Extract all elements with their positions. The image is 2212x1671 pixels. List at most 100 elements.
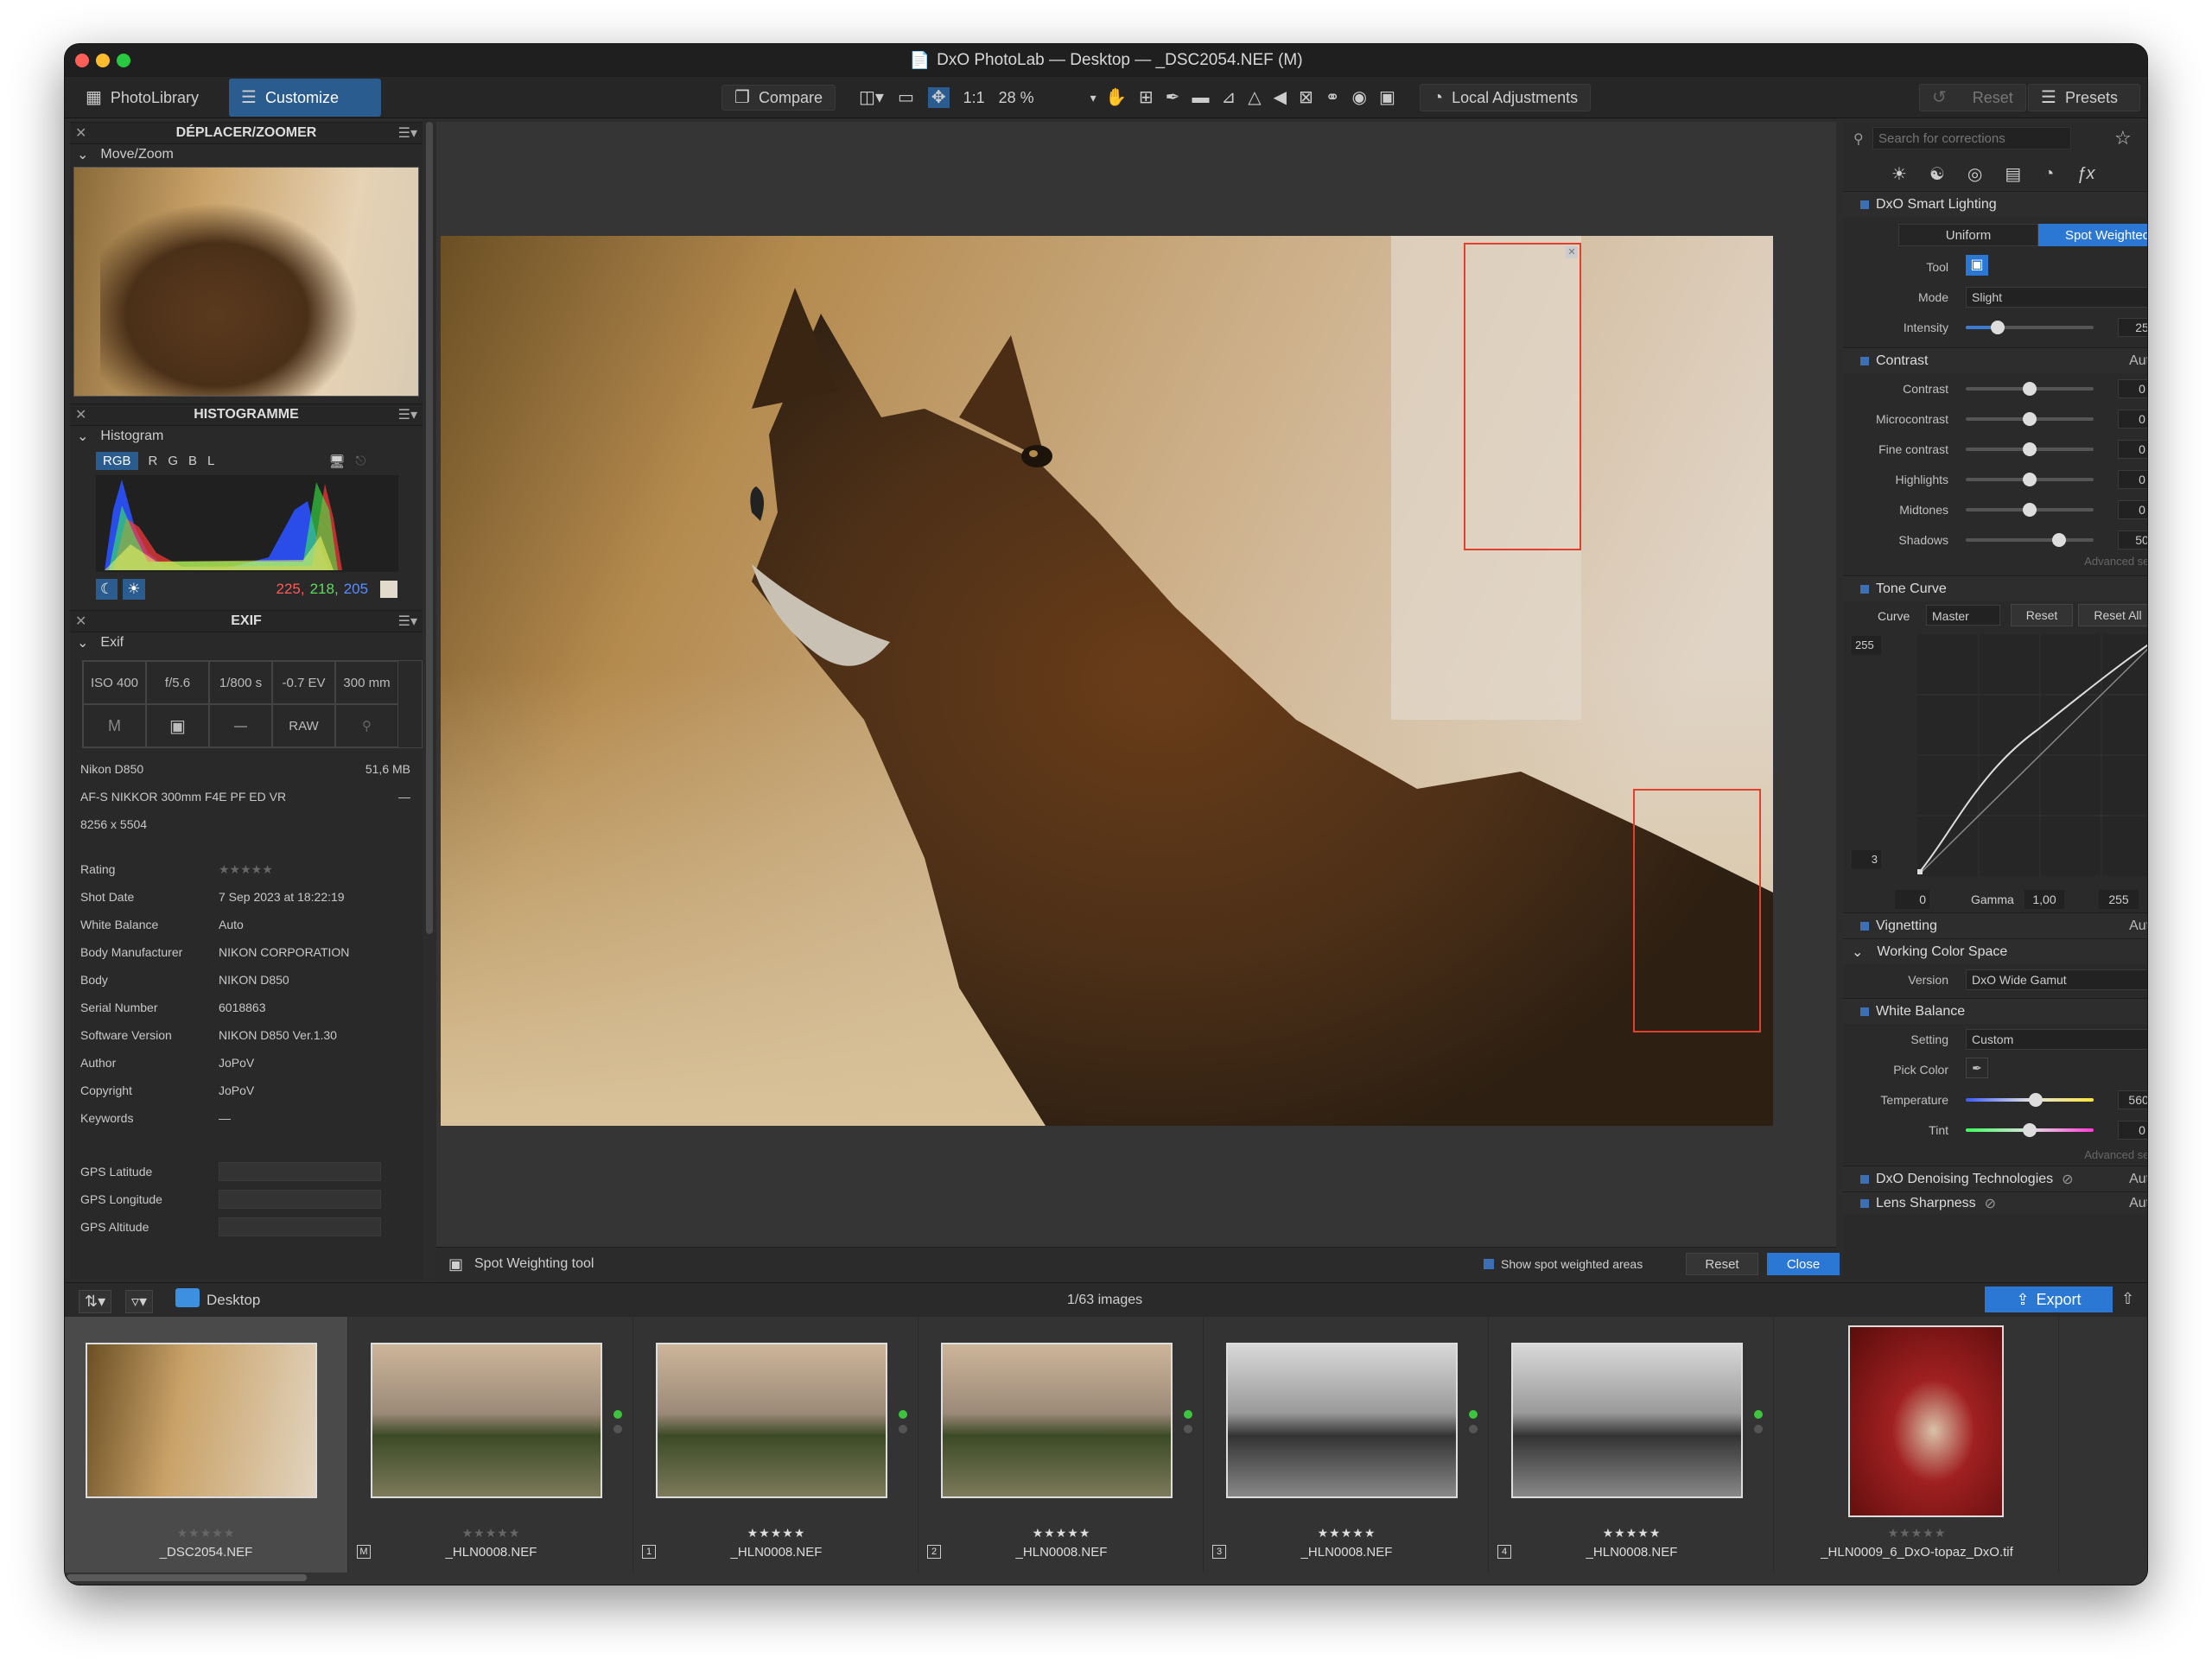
filmstrip-thumb[interactable]: 2 ★★★★★ _HLN0008.NEF bbox=[920, 1317, 1204, 1573]
hand-icon[interactable]: ✋ bbox=[1105, 89, 1127, 106]
histogram-header[interactable]: ✕ HISTOGRAMME ☰▾ bbox=[70, 403, 423, 426]
tint-value[interactable]: 0 bbox=[2118, 1121, 2147, 1140]
vignetting-toggle[interactable] bbox=[1860, 921, 1869, 931]
rating-stars[interactable]: ★★★★★ bbox=[1491, 1526, 1773, 1541]
color-icon[interactable]: ☯ bbox=[1929, 163, 1945, 185]
close-icon[interactable]: ✕ bbox=[75, 124, 86, 142]
eyedropper-icon[interactable]: ✒ bbox=[1966, 1058, 1988, 1078]
contrast-header[interactable]: ContrastAuto☆ ⁝ bbox=[1843, 347, 2147, 373]
zoom-select[interactable]: 28 % bbox=[999, 89, 1077, 107]
highlight-clip-icon[interactable]: ☀ bbox=[123, 579, 145, 600]
slider-knob[interactable] bbox=[2023, 442, 2037, 456]
contrast-advanced[interactable]: Advanced settings ⊟ bbox=[1843, 555, 2147, 575]
rating-stars[interactable]: ★★★★★ bbox=[635, 1526, 918, 1541]
export-button[interactable]: ⇪ Export bbox=[1985, 1287, 2113, 1312]
version-select[interactable]: DxO Wide Gamut bbox=[1966, 969, 2147, 990]
sort-icon[interactable]: ⇅▾ bbox=[79, 1290, 112, 1313]
move-icon[interactable]: ✥ bbox=[927, 87, 950, 108]
vignetting-header[interactable]: VignettingAuto☆ ⁝ bbox=[1843, 912, 2147, 938]
wb-setting-select[interactable]: Custom bbox=[1966, 1029, 2147, 1050]
remove-area-icon[interactable]: ✕ bbox=[1566, 246, 1578, 258]
contrast-value[interactable]: 50 bbox=[2118, 531, 2147, 550]
intensity-slider[interactable] bbox=[1966, 321, 2094, 334]
smart-lighting-toggle[interactable] bbox=[1860, 200, 1869, 209]
crop-icon[interactable]: ⊞ bbox=[1139, 89, 1154, 106]
filmstrip-thumb[interactable]: M ★★★★★ _HLN0008.NEF bbox=[350, 1317, 633, 1573]
slider-knob[interactable] bbox=[2023, 1123, 2037, 1137]
compare-button[interactable]: ❐ Compare bbox=[721, 85, 836, 111]
histogram-sub[interactable]: ⌄ Histogram bbox=[70, 426, 423, 447]
channel-r[interactable]: R bbox=[149, 454, 158, 468]
mode-select[interactable]: Slight bbox=[1966, 287, 2147, 308]
repair-icon[interactable]: ⚭ bbox=[1325, 89, 1340, 106]
slider-knob[interactable] bbox=[2029, 1093, 2044, 1107]
rating-stars[interactable]: ★★★★★ bbox=[1205, 1526, 1488, 1541]
tint-slider[interactable] bbox=[1966, 1123, 2094, 1137]
contrast-value[interactable]: 0 bbox=[2118, 410, 2147, 429]
wb-advanced[interactable]: Advanced settings ⊟ bbox=[1843, 1145, 2147, 1166]
menu-icon[interactable]: ☰▾ bbox=[398, 124, 417, 142]
filmstrip-thumb[interactable]: 1 ★★★★★ _HLN0008.NEF bbox=[635, 1317, 918, 1573]
input-min[interactable]: 0 bbox=[1895, 890, 1929, 909]
wb-header[interactable]: White Balance☆ ⁝ bbox=[1843, 998, 2147, 1024]
effects-icon[interactable]: ƒx bbox=[2076, 164, 2094, 184]
menu-icon[interactable]: ☰▾ bbox=[398, 406, 417, 423]
contrast-slider[interactable] bbox=[1966, 442, 2094, 456]
minimize-window-button[interactable] bbox=[96, 54, 110, 67]
spot-weight-icon[interactable]: ▣ bbox=[1966, 255, 1988, 276]
denoise-toggle[interactable] bbox=[1860, 1174, 1869, 1184]
slider-knob[interactable] bbox=[2052, 533, 2067, 547]
channel-rgb[interactable]: RGB bbox=[96, 452, 138, 470]
spot-weighted-area-2[interactable] bbox=[1633, 789, 1761, 1032]
spot-close-button[interactable]: Close bbox=[1767, 1253, 1840, 1275]
curve-reset-button[interactable]: Reset bbox=[2011, 604, 2073, 626]
search-input[interactable] bbox=[1872, 127, 2071, 149]
tone-curve-toggle[interactable] bbox=[1860, 584, 1869, 594]
slider-knob[interactable] bbox=[2023, 473, 2037, 486]
close-icon[interactable]: ✕ bbox=[75, 406, 86, 423]
close-icon[interactable]: ✕ bbox=[75, 613, 86, 630]
rating-stars[interactable]: ★★★★★ bbox=[65, 1526, 347, 1541]
filmstrip-thumb[interactable]: ★★★★★ _HLN0009_6_DxO-topaz_DxO.tif bbox=[1776, 1317, 2059, 1573]
presets-button[interactable]: ☰ Presets bbox=[2028, 84, 2140, 111]
reset-button[interactable]: ↺ Reset bbox=[1919, 84, 2026, 111]
fit-screen-icon[interactable]: ▭ bbox=[898, 89, 914, 106]
intensity-value[interactable]: 25 bbox=[2118, 318, 2147, 337]
denoise-header[interactable]: DxO Denoising Technologies⊘Auto☆ ⁝ bbox=[1843, 1166, 2147, 1191]
tab-photolibrary[interactable]: ▦ PhotoLibrary bbox=[73, 82, 226, 113]
share-icon[interactable]: ⇧ bbox=[2121, 1290, 2134, 1308]
contrast-slider[interactable] bbox=[1966, 382, 2094, 396]
spot-weighted-area-1[interactable]: ✕ bbox=[1464, 243, 1581, 550]
monitor-icon[interactable]: 🖥 bbox=[328, 454, 345, 469]
left-scrollbar[interactable] bbox=[426, 122, 433, 934]
contrast-value[interactable]: 0 bbox=[2118, 379, 2147, 398]
temperature-value[interactable]: 5600 bbox=[2118, 1090, 2147, 1109]
exif-header[interactable]: ✕ EXIF ☰▾ bbox=[70, 610, 423, 632]
curve-select[interactable]: Master bbox=[1926, 605, 2000, 626]
eye-off-icon[interactable]: ⊘ bbox=[2062, 1171, 2073, 1188]
temperature-slider[interactable] bbox=[1966, 1093, 2094, 1107]
tone-curve-graph[interactable] bbox=[1917, 634, 2148, 876]
navigator-preview[interactable] bbox=[73, 167, 419, 397]
curve-reset-all-button[interactable]: Reset All bbox=[2078, 604, 2147, 626]
print-icon[interactable]: ⎋ bbox=[355, 454, 365, 468]
tab-customize[interactable]: ☰ Customize bbox=[229, 79, 381, 117]
perspective-rect-icon[interactable]: △ bbox=[1248, 89, 1261, 106]
red-eye-icon[interactable]: ◉ bbox=[1352, 89, 1367, 106]
gps-input[interactable] bbox=[219, 1217, 381, 1236]
light-icon[interactable]: ☀ bbox=[1891, 163, 1907, 185]
filmstrip-thumb[interactable]: 3 ★★★★★ _HLN0008.NEF bbox=[1205, 1317, 1489, 1573]
filmstrip-thumb[interactable]: ★★★★★ _DSC2054.NEF bbox=[65, 1317, 348, 1573]
split-view-icon[interactable]: ◫▾ bbox=[859, 89, 884, 106]
slider-knob[interactable] bbox=[2023, 412, 2037, 426]
rect-tool-icon[interactable]: ⊠ bbox=[1299, 89, 1313, 106]
channel-g[interactable]: G bbox=[168, 454, 178, 468]
wcs-header[interactable]: ⌄Working Color Space☆ ⁝ bbox=[1843, 938, 2147, 964]
spot-weight-icon[interactable]: ▣ bbox=[1379, 89, 1395, 106]
perspective-icon[interactable]: ⊿ bbox=[1221, 89, 1236, 106]
input-max[interactable]: 255 bbox=[2099, 890, 2139, 909]
local-icon[interactable]: ◔ bbox=[2044, 164, 2054, 184]
one-to-one-button[interactable]: 1:1 bbox=[963, 89, 985, 107]
filmstrip-scrollbar[interactable] bbox=[67, 1574, 307, 1581]
rating-stars[interactable]: ★★★★★ bbox=[920, 1526, 1203, 1541]
